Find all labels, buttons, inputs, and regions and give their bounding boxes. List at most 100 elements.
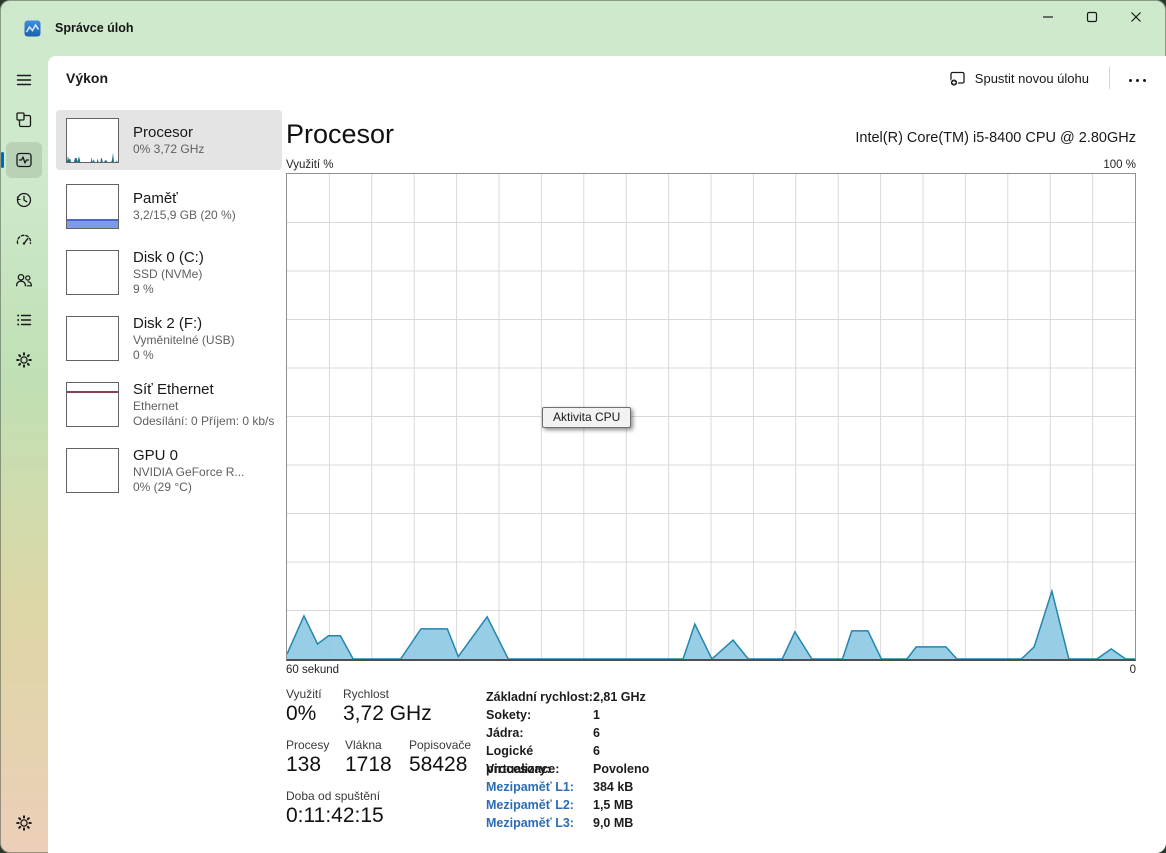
maximize-button[interactable] xyxy=(1070,2,1114,32)
perf-item-sub2: 0 % xyxy=(133,348,282,363)
ellipsis-icon xyxy=(1127,69,1148,87)
perf-item-title: GPU 0 xyxy=(133,446,282,465)
perf-item-sub2: 9 % xyxy=(133,282,282,297)
utilization-value: 0% xyxy=(286,702,322,726)
processes-icon xyxy=(14,110,34,130)
toolbar-divider xyxy=(1109,67,1110,89)
spec-value: Povoleno xyxy=(593,760,649,778)
page-title: Výkon xyxy=(66,56,108,100)
spec-row: Mezipaměť L2:1,5 MB xyxy=(486,796,816,814)
spec-label: Sokety: xyxy=(486,706,593,724)
ethernet-thumbnail xyxy=(66,382,119,427)
settings-button[interactable] xyxy=(6,805,42,841)
spec-label: Základní rychlost: xyxy=(486,688,593,706)
titlebar: Správce úloh xyxy=(0,0,1166,56)
handles-value: 58428 xyxy=(409,753,471,777)
cpu-thumbnail xyxy=(66,118,119,163)
window-title: Správce úloh xyxy=(55,21,134,35)
processes-value: 138 xyxy=(286,753,329,777)
minimize-icon xyxy=(1042,11,1054,23)
selected-indicator xyxy=(1,152,4,168)
spec-value: 6 xyxy=(593,742,600,760)
spec-row: Základní rychlost:2,81 GHz xyxy=(486,688,816,706)
minimize-button[interactable] xyxy=(1026,2,1070,32)
perf-item-title: Paměť xyxy=(133,189,282,208)
nav-services[interactable] xyxy=(6,342,42,378)
performance-sidebar: Procesor 0% 3,72 GHz Paměť 3,2/15,9 GB (… xyxy=(56,110,282,506)
perf-item-sub: Vyměnitelné (USB) xyxy=(133,333,282,348)
disk2-thumbnail xyxy=(66,316,119,361)
window-controls xyxy=(1026,2,1158,32)
uptime-value: 0:11:42:15 xyxy=(286,804,384,828)
speed-label: Rychlost xyxy=(343,687,432,701)
cpu-specs: Základní rychlost:2,81 GHz Sokety:1 Jádr… xyxy=(486,688,816,832)
perf-item-title: Síť Ethernet xyxy=(133,380,282,399)
chart-y-axis-label: Využití % xyxy=(286,159,334,171)
perf-item-ethernet[interactable]: Síť Ethernet Ethernet Odesílání: 0 Příje… xyxy=(56,374,282,434)
speedometer-icon xyxy=(14,230,34,250)
spec-value: 9,0 MB xyxy=(593,814,633,832)
list-icon xyxy=(14,310,34,330)
perf-item-memory[interactable]: Paměť 3,2/15,9 GB (20 %) xyxy=(56,176,282,236)
perf-item-title: Disk 0 (C:) xyxy=(133,248,282,267)
spec-label: Logické procesory: xyxy=(486,742,593,760)
spec-label: Mezipaměť L3: xyxy=(486,814,593,832)
spec-value: 1 xyxy=(593,706,600,724)
spec-row: Sokety:1 xyxy=(486,706,816,724)
spec-row: Jádra:6 xyxy=(486,724,816,742)
run-new-task-button[interactable]: Spustit novou úlohu xyxy=(939,64,1099,93)
task-manager-app-icon xyxy=(24,20,41,37)
spec-row: Logické procesory:6 xyxy=(486,742,816,760)
nav-details[interactable] xyxy=(6,302,42,338)
cpu-detail-pane: Procesor Intel(R) Core(TM) i5-8400 CPU @… xyxy=(286,110,1136,676)
close-icon xyxy=(1130,11,1142,23)
perf-item-cpu[interactable]: Procesor 0% 3,72 GHz xyxy=(56,110,282,170)
spec-label: Virtualizace: xyxy=(486,760,593,778)
spec-label: Mezipaměť L1: xyxy=(486,778,593,796)
nav-performance[interactable] xyxy=(6,142,42,178)
maximize-icon xyxy=(1086,11,1098,23)
chart-y-max-label: 100 % xyxy=(1103,159,1136,171)
hamburger-icon xyxy=(14,70,34,90)
perf-item-gpu[interactable]: GPU 0 NVIDIA GeForce R... 0% (29 °C) xyxy=(56,440,282,500)
history-clock-icon xyxy=(14,190,34,210)
perf-item-title: Procesor xyxy=(133,123,282,142)
uptime-label: Doba od spuštění xyxy=(286,789,384,803)
perf-item-sub: 3,2/15,9 GB (20 %) xyxy=(133,208,282,223)
processes-label: Procesy xyxy=(286,738,329,752)
speed-value: 3,72 GHz xyxy=(343,702,432,726)
users-icon xyxy=(14,270,34,290)
run-new-task-label: Spustit novou úlohu xyxy=(975,71,1089,86)
perf-item-title: Disk 2 (F:) xyxy=(133,314,282,333)
nav-users[interactable] xyxy=(6,262,42,298)
close-button[interactable] xyxy=(1114,2,1158,32)
nav-processes[interactable] xyxy=(6,102,42,138)
nav-rail xyxy=(0,56,48,853)
memory-thumbnail xyxy=(66,184,119,229)
spec-row: Mezipaměť L3:9,0 MB xyxy=(486,814,816,832)
spec-value: 6 xyxy=(593,724,600,742)
perf-item-disk0[interactable]: Disk 0 (C:) SSD (NVMe) 9 % xyxy=(56,242,282,302)
perf-item-sub2: Odesílání: 0 Příjem: 0 kb/s xyxy=(133,414,282,429)
spec-row: Mezipaměť L1:384 kB xyxy=(486,778,816,796)
disk0-thumbnail xyxy=(66,250,119,295)
performance-icon xyxy=(14,150,34,170)
menu-button[interactable] xyxy=(6,62,42,98)
cpu-usage-chart-area[interactable]: Aktivita CPU xyxy=(286,173,1136,661)
more-options-button[interactable] xyxy=(1120,64,1154,92)
utilization-label: Využití xyxy=(286,687,322,701)
handles-label: Popisovače xyxy=(409,738,471,752)
pane-title: Procesor xyxy=(286,118,394,150)
nav-startup-apps[interactable] xyxy=(6,222,42,258)
gpu-thumbnail xyxy=(66,448,119,493)
cpu-model-name: Intel(R) Core(TM) i5-8400 CPU @ 2.80GHz xyxy=(855,130,1136,150)
spec-label: Mezipaměť L2: xyxy=(486,796,593,814)
perf-item-disk2[interactable]: Disk 2 (F:) Vyměnitelné (USB) 0 % xyxy=(56,308,282,368)
spec-value: 2,81 GHz xyxy=(593,688,646,706)
perf-item-sub: 0% 3,72 GHz xyxy=(133,142,282,157)
chart-x-min-label: 60 sekund xyxy=(286,664,339,676)
perf-item-sub: NVIDIA GeForce R... xyxy=(133,465,282,480)
perf-item-sub: SSD (NVMe) xyxy=(133,267,282,282)
nav-app-history[interactable] xyxy=(6,182,42,218)
services-gear-icon xyxy=(14,350,34,370)
